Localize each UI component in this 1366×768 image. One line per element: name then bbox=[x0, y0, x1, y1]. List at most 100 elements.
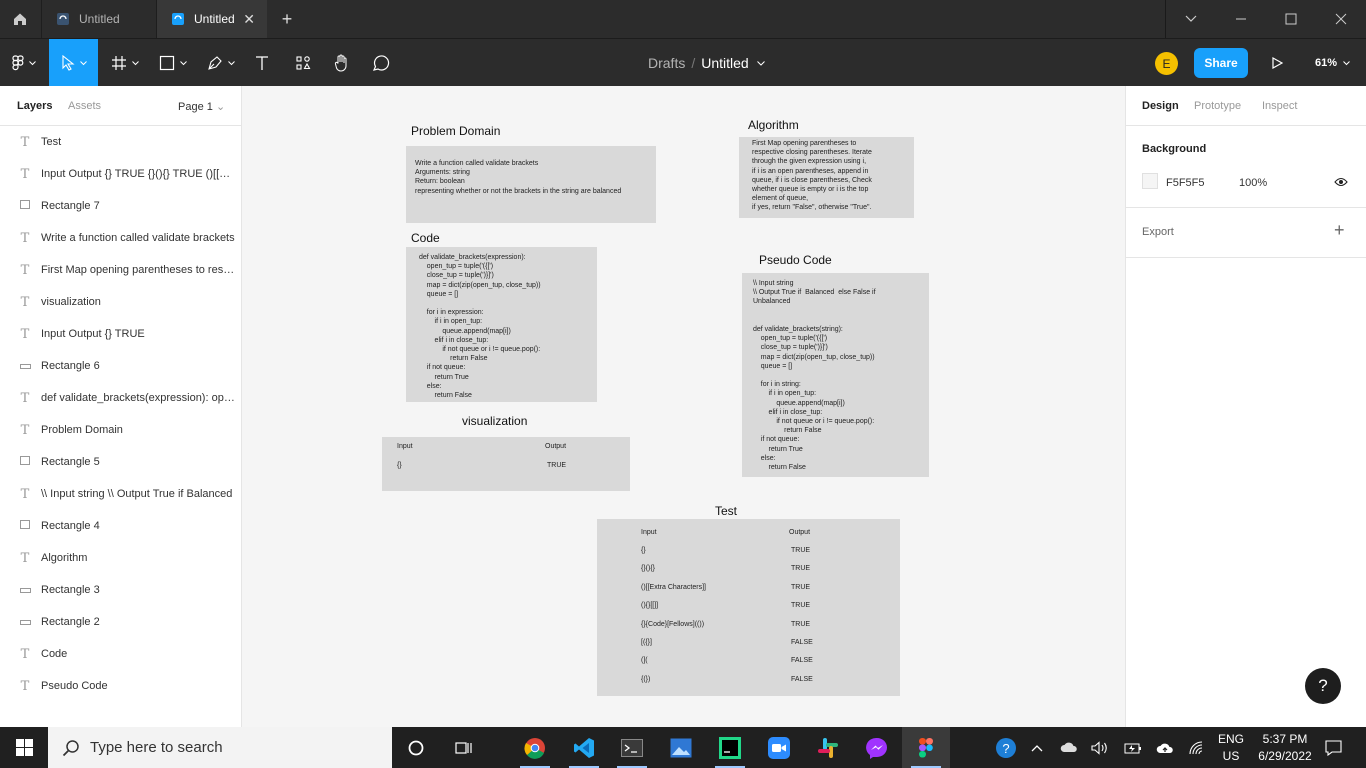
layer-item[interactable]: Rectangle 6 bbox=[0, 350, 241, 382]
hand-tool[interactable] bbox=[328, 39, 356, 87]
share-button[interactable]: Share bbox=[1194, 48, 1248, 78]
tab-design[interactable]: Design bbox=[1142, 100, 1179, 112]
test-header-output[interactable]: Output bbox=[789, 529, 810, 536]
layer-item[interactable]: Rectangle 3 bbox=[0, 574, 241, 606]
figma-taskbar-button[interactable] bbox=[902, 727, 950, 768]
move-tool[interactable] bbox=[49, 39, 98, 87]
avatar[interactable]: E bbox=[1155, 52, 1178, 75]
test-cell-output[interactable]: TRUE bbox=[791, 547, 810, 554]
file-tab-1[interactable]: Untitled bbox=[41, 0, 156, 38]
visualization-header-output[interactable]: Output bbox=[545, 443, 566, 450]
visualization-title[interactable]: visualization bbox=[462, 414, 527, 428]
pycharm-taskbar-button[interactable] bbox=[706, 727, 754, 768]
file-tab-2[interactable]: Untitled ✕ bbox=[156, 0, 267, 38]
design-canvas[interactable]: Problem Domain Write a function called v… bbox=[242, 86, 1125, 727]
test-cell-output[interactable]: TRUE bbox=[791, 565, 810, 572]
comment-tool[interactable] bbox=[367, 39, 395, 87]
messenger-taskbar-button[interactable] bbox=[853, 727, 901, 768]
slack-taskbar-button[interactable] bbox=[804, 727, 852, 768]
tab-layers[interactable]: Layers bbox=[17, 100, 52, 112]
layer-item[interactable]: Tdef validate_brackets(expression): open… bbox=[0, 382, 241, 414]
cortana-button[interactable] bbox=[392, 727, 440, 768]
code-text[interactable]: def validate_brackets(expression): open_… bbox=[419, 253, 541, 400]
test-cell-input[interactable]: {(}) bbox=[641, 676, 650, 683]
code-title[interactable]: Code bbox=[411, 231, 440, 245]
test-cell-output[interactable]: TRUE bbox=[791, 584, 810, 591]
layer-item[interactable]: T First Map opening parentheses to respec… bbox=[0, 254, 241, 286]
layer-item[interactable]: Tvisualization bbox=[0, 286, 241, 318]
test-cell-input[interactable]: {}(){} bbox=[641, 565, 655, 572]
frame-tool[interactable] bbox=[105, 39, 145, 87]
background-opacity-input[interactable]: 100% bbox=[1239, 177, 1267, 189]
test-cell-output[interactable]: FALSE bbox=[791, 657, 813, 664]
test-cell-input[interactable]: {} bbox=[641, 547, 646, 554]
close-window-button[interactable] bbox=[1316, 0, 1366, 38]
visibility-button[interactable] bbox=[1334, 174, 1348, 192]
zoom-taskbar-button[interactable] bbox=[755, 727, 803, 768]
breadcrumb-project[interactable]: Drafts bbox=[648, 55, 685, 71]
visualization-card[interactable] bbox=[382, 437, 630, 491]
present-button[interactable] bbox=[1262, 39, 1292, 87]
battery-tray-button[interactable] bbox=[1120, 727, 1146, 768]
problem-domain-text[interactable]: Write a function called validate bracket… bbox=[415, 159, 621, 196]
network-tray-button[interactable] bbox=[1184, 727, 1210, 768]
layer-item[interactable]: T Input Output {} TRUE {}(){} TRUE ()[[Ex… bbox=[0, 158, 241, 190]
tab-menu-button[interactable] bbox=[1166, 0, 1216, 38]
algorithm-text[interactable]: First Map opening parentheses to respect… bbox=[752, 139, 872, 213]
text-tool[interactable] bbox=[248, 39, 276, 87]
new-tab-button[interactable]: + bbox=[276, 0, 298, 38]
minimize-button[interactable] bbox=[1216, 0, 1266, 38]
tab-prototype[interactable]: Prototype bbox=[1194, 100, 1241, 112]
zoom-dropdown[interactable]: 61% bbox=[1305, 39, 1350, 87]
clock[interactable]: 5:37 PM 6/29/2022 bbox=[1252, 727, 1318, 768]
close-tab-icon[interactable]: ✕ bbox=[243, 11, 255, 28]
layer-item[interactable]: T Write a function called validate bracke… bbox=[0, 222, 241, 254]
layer-item[interactable]: Rectangle 4 bbox=[0, 510, 241, 542]
main-menu-button[interactable] bbox=[4, 39, 44, 87]
test-cell-output[interactable]: TRUE bbox=[791, 602, 810, 609]
pen-tool[interactable] bbox=[200, 39, 242, 87]
algorithm-title[interactable]: Algorithm bbox=[748, 118, 799, 132]
file-name[interactable]: Untitled bbox=[701, 55, 748, 71]
chevron-down-icon[interactable] bbox=[756, 60, 765, 66]
test-cell-input[interactable]: (]( bbox=[641, 657, 648, 664]
visualization-cell-input[interactable]: {} bbox=[397, 462, 402, 469]
layer-item[interactable]: Rectangle 7 bbox=[0, 190, 241, 222]
visualization-cell-output[interactable]: TRUE bbox=[547, 462, 566, 469]
test-cell-input[interactable]: (){}[[]] bbox=[641, 602, 658, 609]
tab-assets[interactable]: Assets bbox=[68, 100, 101, 112]
onedrive-tray-button[interactable] bbox=[1056, 727, 1082, 768]
maximize-button[interactable] bbox=[1266, 0, 1316, 38]
cloud-sync-tray-button[interactable] bbox=[1152, 727, 1178, 768]
layer-item[interactable]: T Problem Domain bbox=[0, 414, 241, 446]
layer-item[interactable]: Rectangle 5 bbox=[0, 446, 241, 478]
test-header-input[interactable]: Input bbox=[641, 529, 657, 536]
help-tray-button[interactable]: ? bbox=[990, 727, 1022, 768]
test-cell-input[interactable]: {}{Code}[Fellows](()) bbox=[641, 621, 704, 628]
layer-item[interactable]: T Test bbox=[0, 126, 241, 158]
chrome-taskbar-button[interactable] bbox=[511, 727, 559, 768]
layer-item[interactable]: T Pseudo Code bbox=[0, 670, 241, 702]
page-selector[interactable]: Page 1 ⌄ bbox=[178, 100, 225, 113]
background-hex-input[interactable]: F5F5F5 bbox=[1166, 177, 1205, 189]
help-button[interactable]: ? bbox=[1305, 668, 1341, 704]
layer-item[interactable]: T \\ Input string \\ Output True if Balan… bbox=[0, 478, 241, 510]
tray-overflow-button[interactable] bbox=[1026, 727, 1048, 768]
layer-item[interactable]: Rectangle 2 bbox=[0, 606, 241, 638]
task-view-button[interactable] bbox=[440, 727, 488, 768]
terminal-taskbar-button[interactable] bbox=[608, 727, 656, 768]
layer-item[interactable]: T Algorithm bbox=[0, 542, 241, 574]
shape-tool[interactable] bbox=[152, 39, 194, 87]
photos-taskbar-button[interactable] bbox=[657, 727, 705, 768]
problem-domain-title[interactable]: Problem Domain bbox=[411, 124, 500, 138]
start-button[interactable] bbox=[0, 727, 48, 768]
test-cell-input[interactable]: [({}] bbox=[641, 639, 652, 646]
language-indicator[interactable]: ENG US bbox=[1212, 727, 1250, 768]
test-cell-output[interactable]: FALSE bbox=[791, 676, 813, 683]
visualization-header-input[interactable]: Input bbox=[397, 443, 413, 450]
test-cell-output[interactable]: FALSE bbox=[791, 639, 813, 646]
home-button[interactable] bbox=[0, 0, 40, 38]
volume-tray-button[interactable] bbox=[1088, 727, 1112, 768]
taskbar-search[interactable]: Type here to search bbox=[48, 727, 392, 768]
notifications-button[interactable] bbox=[1318, 727, 1348, 768]
